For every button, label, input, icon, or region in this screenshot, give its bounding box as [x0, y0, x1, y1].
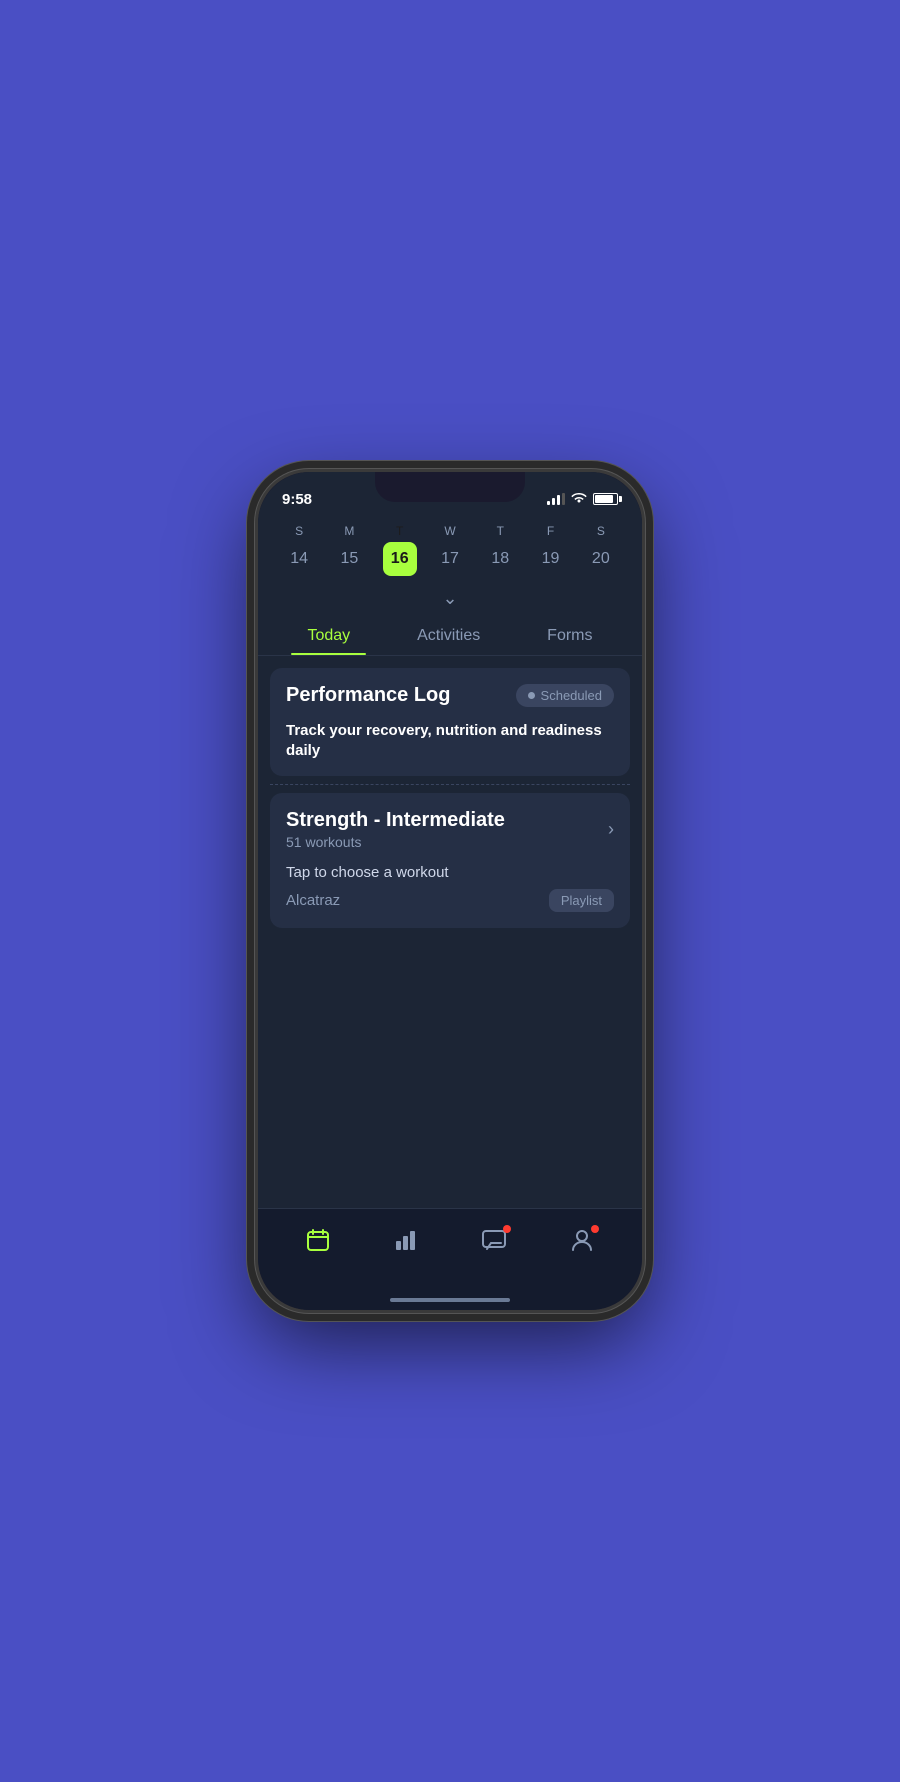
phone-device: 9:58	[255, 469, 645, 1313]
strength-title-group: Strength - Intermediate 51 workouts	[286, 809, 505, 850]
week-row: S 14 M 15 T 16 W 17 T 18	[274, 524, 626, 576]
strength-title: Strength - Intermediate	[286, 809, 505, 832]
calendar-header: S 14 M 15 T 16 W 17 T 18	[258, 516, 642, 582]
tab-activities[interactable]: Activities	[401, 619, 496, 655]
performance-log-title: Performance Log	[286, 684, 450, 707]
home-indicator	[258, 1290, 642, 1310]
tab-today[interactable]: Today	[291, 619, 366, 655]
strength-header: Strength - Intermediate 51 workouts ›	[270, 793, 630, 854]
playlist-badge[interactable]: Playlist	[549, 889, 614, 912]
nav-item-chart[interactable]	[393, 1227, 419, 1253]
day-wednesday-17[interactable]: W 17	[428, 524, 472, 576]
nav-item-calendar[interactable]	[305, 1227, 331, 1253]
scheduled-dot	[528, 692, 535, 699]
performance-log-card[interactable]: Performance Log Scheduled Track your rec…	[270, 668, 630, 776]
section-divider	[270, 784, 630, 785]
chevron-right-icon: ›	[608, 819, 614, 840]
strength-body: Tap to choose a workout Alcatraz Playlis…	[270, 854, 630, 928]
calendar-nav-icon	[305, 1227, 331, 1253]
tab-bar: Today Activities Forms	[258, 611, 642, 656]
message-notification-dot	[503, 1225, 511, 1233]
day-tuesday-16[interactable]: T 16	[378, 524, 422, 576]
day-thursday-18[interactable]: T 18	[478, 524, 522, 576]
battery-icon	[593, 493, 618, 505]
strength-card[interactable]: Strength - Intermediate 51 workouts › Ta…	[270, 793, 630, 928]
tab-forms[interactable]: Forms	[531, 619, 608, 655]
day-friday-19[interactable]: F 19	[529, 524, 573, 576]
bottom-navigation	[258, 1208, 642, 1290]
performance-log-body: Track your recovery, nutrition and readi…	[270, 721, 630, 776]
main-content: Performance Log Scheduled Track your rec…	[258, 656, 642, 1208]
phone-notch	[375, 472, 525, 502]
status-time: 9:58	[282, 491, 312, 508]
wifi-icon	[571, 492, 587, 507]
day-monday-15[interactable]: M 15	[327, 524, 371, 576]
performance-log-description: Track your recovery, nutrition and readi…	[286, 722, 602, 759]
status-icons	[547, 492, 618, 507]
tap-to-choose-text: Tap to choose a workout	[286, 864, 614, 881]
nav-item-profile[interactable]	[569, 1227, 595, 1253]
playlist-name: Alcatraz	[286, 892, 340, 909]
day-sunday-14[interactable]: S 14	[277, 524, 321, 576]
nav-item-messages[interactable]	[481, 1227, 507, 1253]
chevron-down-icon: ⌄	[442, 588, 457, 609]
chart-nav-icon	[393, 1227, 419, 1253]
day-saturday-20[interactable]: S 20	[579, 524, 623, 576]
strength-workout-count: 51 workouts	[286, 834, 505, 850]
scheduled-badge: Scheduled	[516, 684, 614, 707]
scheduled-text: Scheduled	[541, 688, 602, 703]
calendar-expand-button[interactable]: ⌄	[258, 582, 642, 611]
profile-notification-dot	[591, 1225, 599, 1233]
phone-screen: 9:58	[258, 472, 642, 1310]
signal-icon	[547, 493, 565, 505]
performance-log-header: Performance Log Scheduled	[270, 668, 630, 721]
playlist-row: Alcatraz Playlist	[286, 889, 614, 912]
